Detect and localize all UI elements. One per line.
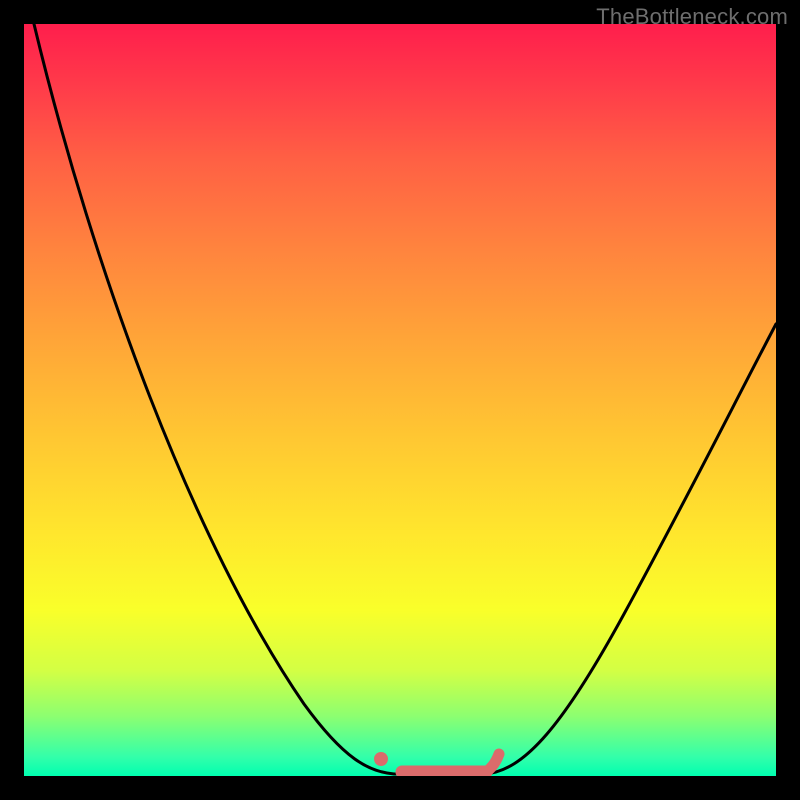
marker-tail-up xyxy=(486,754,499,772)
bottleneck-curve xyxy=(24,24,776,776)
watermark-text: TheBottleneck.com xyxy=(596,4,788,30)
curve-path xyxy=(34,24,776,774)
marker-dot xyxy=(374,752,388,766)
bottom-black-border xyxy=(0,776,800,800)
